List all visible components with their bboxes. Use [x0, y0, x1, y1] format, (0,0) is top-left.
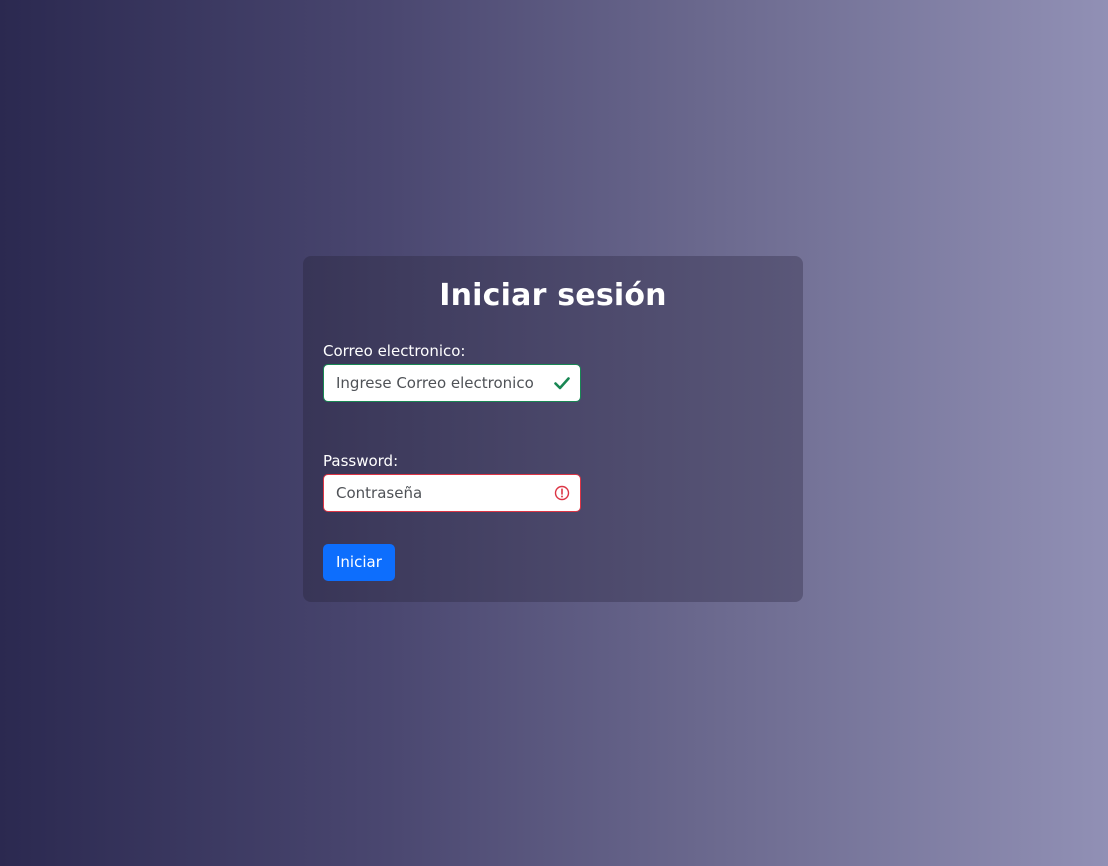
password-label: Password:: [323, 452, 399, 470]
login-card: Iniciar sesión Correo electronico: Passw…: [303, 256, 803, 602]
login-button[interactable]: Iniciar: [323, 544, 395, 581]
exclamation-circle-icon: [554, 485, 570, 501]
password-field[interactable]: [324, 475, 580, 511]
email-field-wrapper: [323, 364, 581, 402]
email-label: Correo electronico:: [323, 342, 466, 360]
check-icon: [554, 377, 570, 390]
password-field-wrapper: [323, 474, 581, 512]
page-title: Iniciar sesión: [439, 278, 667, 313]
email-field[interactable]: [324, 365, 580, 401]
